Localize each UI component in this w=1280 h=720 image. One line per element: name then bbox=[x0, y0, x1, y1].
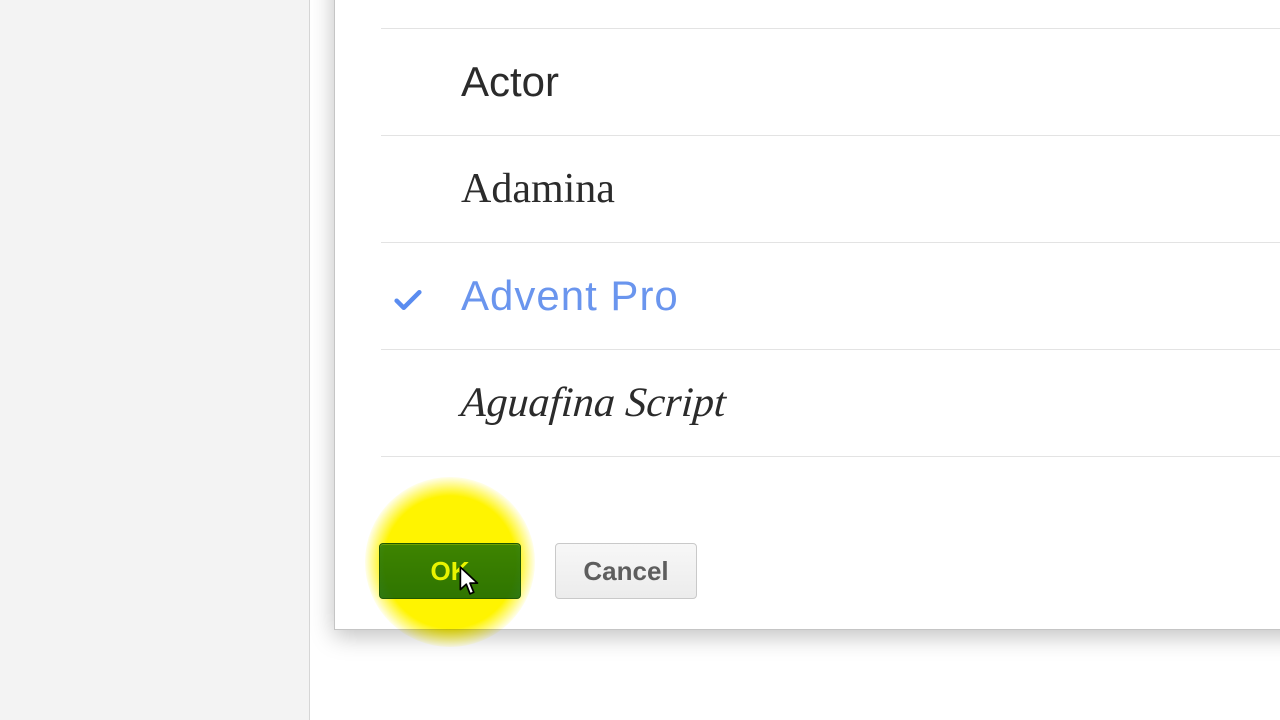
font-list[interactable]: Acme Actor Adamina Advent Pro Aguafina S bbox=[381, 0, 1280, 511]
sidebar-backdrop bbox=[0, 0, 310, 720]
font-item-label: Aguafina Script bbox=[459, 379, 727, 427]
ok-button[interactable]: OK bbox=[379, 543, 521, 599]
cancel-button[interactable]: Cancel bbox=[555, 543, 697, 599]
font-item-advent-pro[interactable]: Advent Pro bbox=[381, 243, 1280, 350]
font-item-adamina[interactable]: Adamina bbox=[381, 136, 1280, 243]
font-item-label: Actor bbox=[461, 58, 559, 106]
font-item-label: Advent Pro bbox=[461, 272, 679, 320]
font-item-acme[interactable]: Acme bbox=[381, 0, 1280, 29]
checkmark-icon bbox=[391, 279, 425, 313]
font-item-actor[interactable]: Actor bbox=[381, 29, 1280, 136]
font-picker-dialog: Acme Actor Adamina Advent Pro Aguafina S bbox=[334, 0, 1280, 630]
font-item-aguafina-script[interactable]: Aguafina Script bbox=[381, 350, 1280, 457]
font-item-label: Adamina bbox=[461, 165, 615, 213]
dialog-footer: OK Cancel bbox=[335, 511, 1280, 599]
